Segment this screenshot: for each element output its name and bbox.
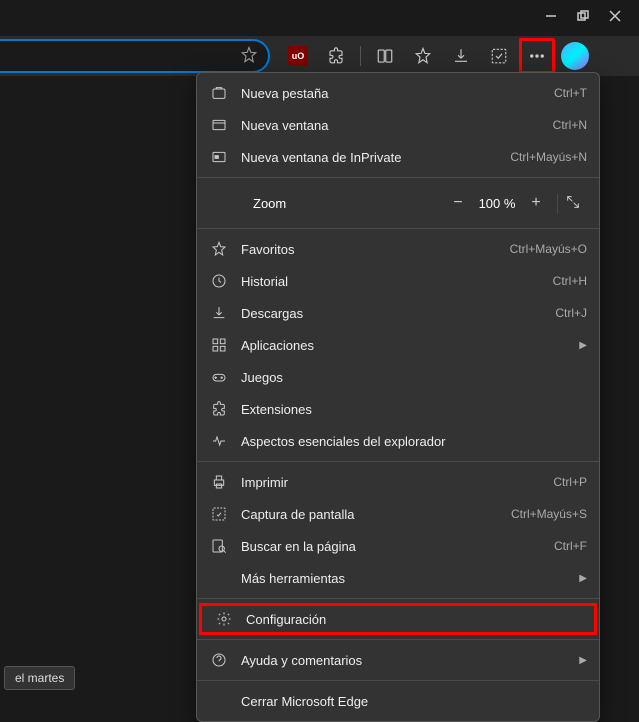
fullscreen-button[interactable] (557, 194, 587, 213)
menu-shortcut: Ctrl+H (553, 274, 587, 288)
download-icon (209, 305, 229, 321)
menu-shortcut: Ctrl+Mayús+O (510, 242, 587, 256)
apps-icon (209, 337, 229, 353)
ublock-extension[interactable]: uO (280, 38, 316, 74)
menu-item-close-edge[interactable]: Cerrar Microsoft Edge (197, 685, 599, 717)
history-icon (209, 273, 229, 289)
menu-label: Captura de pantalla (229, 507, 511, 522)
star-icon[interactable] (240, 46, 258, 67)
menu-item-more-tools[interactable]: Más herramientas ▶ (197, 562, 599, 594)
star-icon (209, 241, 229, 257)
more-button[interactable] (519, 38, 555, 74)
menu-shortcut: Ctrl+P (553, 475, 587, 489)
chevron-right-icon: ▶ (579, 573, 587, 584)
menu-label: Aplicaciones (229, 338, 579, 353)
menu-item-games[interactable]: Juegos (197, 361, 599, 393)
extensions-icon[interactable] (318, 38, 354, 74)
window-controls (527, 0, 639, 32)
bottom-tab[interactable]: el martes (4, 666, 75, 690)
copilot-icon[interactable] (561, 42, 589, 70)
menu-label: Aspectos esenciales del explorador (229, 434, 587, 449)
print-icon (209, 474, 229, 490)
menu-label: Extensiones (229, 402, 587, 417)
minimize-button[interactable] (545, 10, 557, 22)
menu-item-favorites[interactable]: Favoritos Ctrl+Mayús+O (197, 233, 599, 265)
menu-shortcut: Ctrl+N (553, 118, 587, 132)
find-icon (209, 538, 229, 554)
menu-shortcut: Ctrl+J (555, 306, 587, 320)
menu-label: Favoritos (229, 242, 510, 257)
menu-shortcut: Ctrl+Mayús+S (511, 507, 587, 521)
favorites-icon[interactable] (405, 38, 441, 74)
address-bar[interactable] (0, 39, 270, 73)
inprivate-icon (209, 149, 229, 165)
menu-label: Juegos (229, 370, 587, 385)
menu-item-find[interactable]: Buscar en la página Ctrl+F (197, 530, 599, 562)
menu-item-apps[interactable]: Aplicaciones ▶ (197, 329, 599, 361)
zoom-in-button[interactable]: + (521, 194, 551, 212)
menu-item-new-tab[interactable]: Nueva pestaña Ctrl+T (197, 77, 599, 109)
menu-label: Descargas (229, 306, 555, 321)
menu-label: Más herramientas (229, 571, 579, 586)
zoom-value: 100 % (473, 196, 521, 211)
menu-label: Configuración (234, 612, 582, 627)
close-button[interactable] (609, 10, 621, 22)
heart-icon (209, 433, 229, 449)
split-screen-icon[interactable] (367, 38, 403, 74)
capture-icon (209, 506, 229, 522)
menu-label: Imprimir (229, 475, 553, 490)
menu-label: Buscar en la página (229, 539, 554, 554)
menu-shortcut: Ctrl+T (554, 86, 587, 100)
menu-item-new-window[interactable]: Nueva ventana Ctrl+N (197, 109, 599, 141)
tab-icon (209, 85, 229, 101)
menu-item-downloads[interactable]: Descargas Ctrl+J (197, 297, 599, 329)
chevron-right-icon: ▶ (579, 655, 587, 666)
chevron-right-icon: ▶ (579, 340, 587, 351)
maximize-button[interactable] (577, 10, 589, 22)
menu-item-history[interactable]: Historial Ctrl+H (197, 265, 599, 297)
menu-label: Nueva ventana (229, 118, 553, 133)
menu-item-essentials[interactable]: Aspectos esenciales del explorador (197, 425, 599, 457)
menu-shortcut: Ctrl+Mayús+N (510, 150, 587, 164)
help-icon (209, 652, 229, 668)
zoom-label: Zoom (241, 196, 443, 211)
menu-label: Nueva ventana de InPrivate (229, 150, 510, 165)
zoom-row: Zoom − 100 % + (197, 182, 599, 224)
app-menu: Nueva pestaña Ctrl+T Nueva ventana Ctrl+… (196, 72, 600, 722)
screenshot-icon[interactable] (481, 38, 517, 74)
downloads-icon[interactable] (443, 38, 479, 74)
menu-label: Ayuda y comentarios (229, 653, 579, 668)
menu-label: Nueva pestaña (229, 86, 554, 101)
puzzle-icon (209, 401, 229, 417)
menu-label: Historial (229, 274, 553, 289)
menu-item-settings[interactable]: Configuración (199, 603, 597, 635)
zoom-out-button[interactable]: − (443, 194, 473, 212)
games-icon (209, 369, 229, 385)
menu-item-inprivate[interactable]: Nueva ventana de InPrivate Ctrl+Mayús+N (197, 141, 599, 173)
menu-item-extensions[interactable]: Extensiones (197, 393, 599, 425)
menu-shortcut: Ctrl+F (554, 539, 587, 553)
menu-item-screenshot[interactable]: Captura de pantalla Ctrl+Mayús+S (197, 498, 599, 530)
window-icon (209, 117, 229, 133)
menu-item-print[interactable]: Imprimir Ctrl+P (197, 466, 599, 498)
gear-icon (214, 611, 234, 627)
browser-toolbar: uO (0, 36, 639, 76)
menu-item-help[interactable]: Ayuda y comentarios ▶ (197, 644, 599, 676)
